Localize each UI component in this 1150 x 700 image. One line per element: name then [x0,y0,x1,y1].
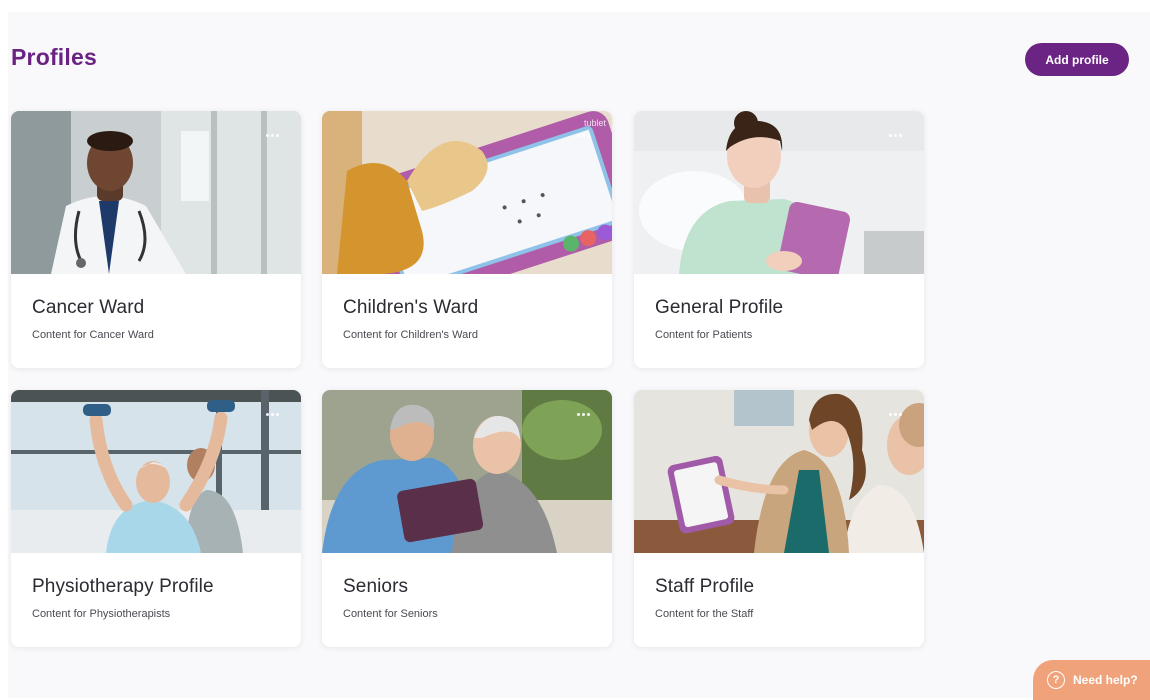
page-title: Profiles [11,44,97,70]
profile-image: tublet [322,111,612,274]
profile-card-staff-profile[interactable]: Staff Profile Content for the Staff [634,390,924,647]
profile-card-seniors[interactable]: Seniors Content for Seniors [322,390,612,647]
profile-title: Physiotherapy Profile [32,576,214,597]
profile-card-childrens-ward[interactable]: tublet Children's Ward Content for Child… [322,111,612,368]
more-options-icon[interactable] [261,408,283,420]
seniors-photo [322,390,612,553]
profile-subtitle: Content for Cancer Ward [32,329,154,341]
add-profile-button[interactable]: Add profile [1025,43,1129,76]
profile-subtitle: Content for Children's Ward [343,329,478,341]
profile-title: Seniors [343,576,409,597]
profile-image [322,390,612,553]
profile-subtitle: Content for Physiotherapists [32,608,171,620]
profile-title: Cancer Ward [32,297,145,318]
need-help-button[interactable]: ? Need help? [1033,660,1150,700]
svg-text:tublet: tublet [584,118,607,128]
profile-subtitle: Content for Patients [655,329,753,341]
profile-image [11,111,301,274]
need-help-label: Need help? [1073,673,1138,687]
profile-image [11,390,301,553]
more-options-icon[interactable] [572,129,594,141]
profile-title: Children's Ward [343,297,479,318]
profile-image [634,390,924,553]
patient-bed-photo [634,111,924,274]
profile-title: Staff Profile [655,576,755,597]
question-icon: ? [1047,671,1065,689]
child-tablet-photo: tublet [322,111,612,274]
profile-subtitle: Content for the Staff [655,608,754,620]
more-options-icon[interactable] [884,408,906,420]
profile-subtitle: Content for Seniors [343,608,438,620]
profile-card-cancer-ward[interactable]: Cancer Ward Content for Cancer Ward [11,111,301,368]
more-options-icon[interactable] [884,129,906,141]
doctor-photo [11,111,301,274]
profile-card-general-profile[interactable]: General Profile Content for Patients [634,111,924,368]
profile-image [634,111,924,274]
profile-card-physiotherapy-profile[interactable]: Physiotherapy Profile Content for Physio… [11,390,301,647]
more-options-icon[interactable] [261,129,283,141]
physiotherapy-photo [11,390,301,553]
profile-title: General Profile [655,297,784,318]
staff-photo [634,390,924,553]
more-options-icon[interactable] [572,408,594,420]
